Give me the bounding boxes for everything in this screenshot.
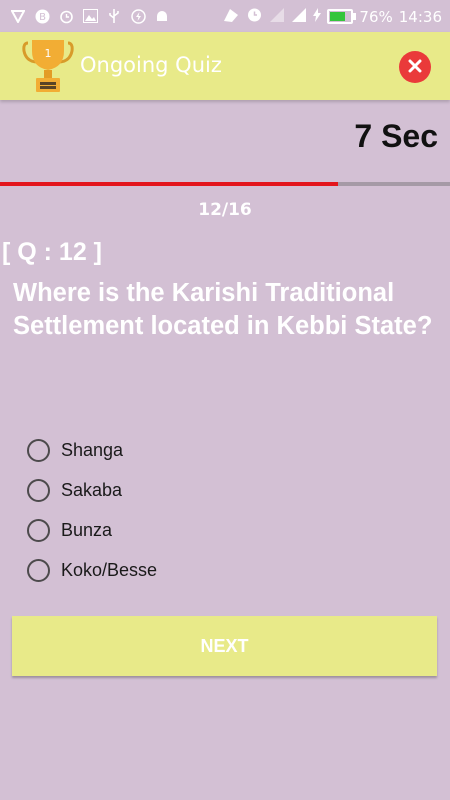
vpn-icon bbox=[10, 8, 26, 24]
radio-button[interactable] bbox=[27, 478, 50, 502]
radio-button[interactable] bbox=[27, 558, 50, 582]
question-text: Where is the Karishi Traditional Settlem… bbox=[13, 279, 433, 340]
clock: 14:36 bbox=[398, 7, 442, 26]
option-label: Shanga bbox=[61, 439, 124, 460]
trophy-number: 1 bbox=[45, 47, 52, 60]
trophy-icon: 1 bbox=[22, 37, 74, 95]
app-toolbar: 1 Ongoing Quiz bbox=[0, 32, 450, 100]
option-label: Koko/Besse bbox=[61, 559, 158, 580]
option-label: Sakaba bbox=[61, 479, 123, 500]
timer-progress-bar bbox=[0, 182, 450, 186]
radio-button[interactable] bbox=[27, 438, 50, 462]
image-icon bbox=[82, 8, 98, 24]
option-label: Bunza bbox=[61, 519, 113, 540]
close-icon bbox=[408, 58, 422, 77]
signal-empty-icon bbox=[269, 7, 285, 27]
system-status: 76% 14:36 bbox=[222, 6, 442, 27]
battery-level bbox=[330, 12, 346, 21]
question-counter: 12/16 bbox=[198, 200, 252, 220]
battery-percent: 76% bbox=[359, 7, 393, 26]
answer-option-bunza[interactable]: Bunza bbox=[27, 510, 157, 550]
usb-icon bbox=[106, 8, 122, 24]
page-title: Ongoing Quiz bbox=[80, 53, 222, 77]
charging-icon bbox=[313, 7, 322, 26]
flash-icon bbox=[130, 8, 146, 24]
timer-label: 7 Sec bbox=[354, 118, 438, 154]
signal-icon bbox=[291, 7, 307, 27]
b-icon: B bbox=[34, 8, 50, 24]
svg-text:B: B bbox=[39, 12, 46, 23]
notification-icons: B bbox=[10, 8, 170, 24]
answer-option-koko-besse[interactable]: Koko/Besse bbox=[27, 550, 157, 590]
timer-progress-fill bbox=[0, 182, 338, 186]
next-button[interactable]: NEXT bbox=[12, 616, 437, 676]
answer-options: Shanga Sakaba Bunza Koko/Besse bbox=[27, 430, 157, 590]
android-icon bbox=[154, 8, 170, 24]
alarm-icon bbox=[58, 8, 74, 24]
question-number: [ Q : 12 ] bbox=[2, 238, 103, 266]
rotate-icon bbox=[222, 7, 240, 27]
status-bar: B 76% 14:36 bbox=[0, 0, 450, 32]
alarm-clock-icon bbox=[246, 6, 263, 27]
close-button[interactable] bbox=[399, 51, 431, 83]
battery-icon bbox=[327, 9, 357, 24]
answer-option-sakaba[interactable]: Sakaba bbox=[27, 470, 157, 510]
radio-button[interactable] bbox=[27, 518, 50, 542]
answer-option-shanga[interactable]: Shanga bbox=[27, 430, 157, 470]
